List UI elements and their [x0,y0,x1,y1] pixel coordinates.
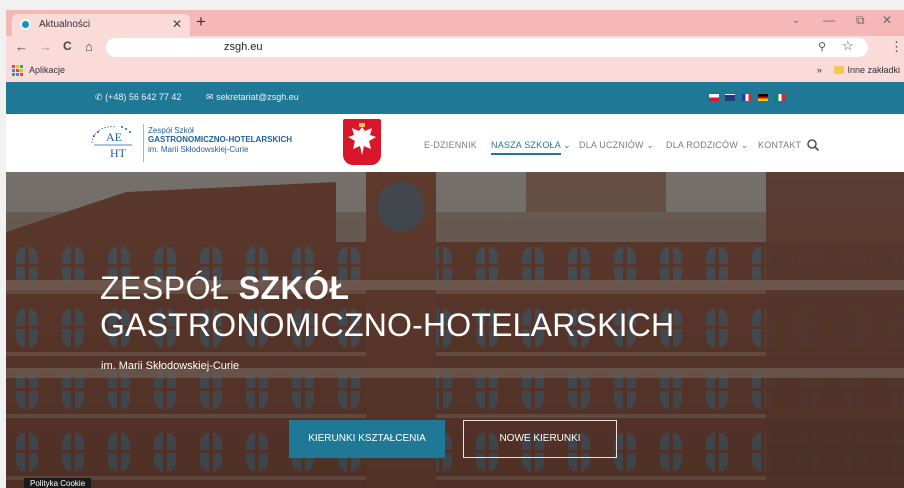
hero-title-regular: ZESPÓŁ [100,270,239,306]
zoom-icon[interactable]: ⚲ [818,40,826,53]
logo-line3: im. Marii Skłodowskiej-Curie [148,145,249,154]
maximize-button[interactable]: ⧉ [856,13,865,28]
phone-number: (+48) 56 642 77 42 [105,92,182,102]
phone-icon: ✆ [95,92,103,102]
logo-mark-top: AE [106,130,122,144]
home-button[interactable]: ⌂ [85,39,93,54]
envelope-icon: ✉ [206,92,214,102]
nav-dla-uczniow[interactable]: DLA UCZNIÓW ⌄ [579,140,654,151]
new-tab-button[interactable]: + [196,12,206,32]
apps-bookmark[interactable]: Aplikacje [29,65,65,75]
flag-gb-icon[interactable] [725,94,736,101]
logo-divider [143,124,144,162]
flag-pl-icon[interactable] [709,94,719,101]
hero-subtitle: im. Marii Skłodowskiej-Curie [101,360,240,372]
other-bookmarks[interactable]: » Inne zakładki [817,65,900,75]
eagle-emblem-icon [343,119,381,165]
language-flags [709,94,787,112]
email-contact[interactable]: ✉ sekretariat@zsgh.eu [206,92,299,103]
nav-dla-rodzicow[interactable]: DLA RODZICÓW ⌄ [666,140,748,151]
bookmark-star-icon[interactable]: ☆ [842,38,854,54]
flag-it-icon[interactable] [774,94,785,101]
hero-title-line2: GASTRONOMICZNO-HOTELARSKICH [100,307,675,343]
tab-aktualnosci[interactable]: Aktualności ✕ [12,14,190,36]
folder-icon [834,66,845,74]
tab-close-icon[interactable]: ✕ [172,17,182,31]
logo-mark-bottom: HT [110,146,127,160]
bookmarks-bar: Aplikacje » Inne zakładki [6,60,904,82]
back-button[interactable]: ← [15,39,28,54]
cookie-policy-link[interactable]: Polityka Cookie [24,478,92,488]
nav-e-dziennik[interactable]: E-DZIENNIK [424,140,477,150]
other-bookmarks-label: Inne zakładki [847,65,900,75]
logo-line1: Zespół Szkół [148,126,194,135]
favicon-icon [20,19,31,30]
contact-bar: ✆ (+48) 56 642 77 42 ✉ sekretariat@zsgh.… [6,82,904,114]
forward-button[interactable]: → [39,39,52,54]
email-address: sekretariat@zsgh.eu [216,92,299,102]
tab-search-icon[interactable]: ⌄ [792,15,800,26]
logo-line2: GASTRONOMICZNO-HOTELARSKICH [148,135,292,144]
hero-banner: ZESPÓŁ SZKÓŁ GASTRONOMICZNO-HOTELARSKICH… [6,172,904,488]
tab-strip: Aktualności ✕ + ⌄ — ⧉ ✕ [6,10,904,36]
apps-grid-icon[interactable] [12,65,23,76]
browser-window: Aktualności ✕ + ⌄ — ⧉ ✕ ← → C ⌂ zsgh.eu … [0,0,904,488]
reload-button[interactable]: C [63,39,72,53]
minimize-button[interactable]: — [823,13,835,27]
browser-toolbar: ← → C ⌂ zsgh.eu ⚲ ☆ ⋮ [6,36,904,60]
school-logo-icon[interactable]: AE HT [86,123,140,161]
flag-fr-icon[interactable] [741,94,752,101]
browser-menu-icon[interactable]: ⋮ [890,39,903,55]
hero-title-line1: ZESPÓŁ SZKÓŁ [100,270,350,307]
url-text[interactable]: zsgh.eu [224,41,263,53]
close-window-button[interactable]: ✕ [882,13,892,27]
nowe-kierunki-button[interactable]: NOWE KIERUNKI [463,420,617,458]
address-bar[interactable]: zsgh.eu ⚲ ☆ [106,38,868,57]
phone-contact[interactable]: ✆ (+48) 56 642 77 42 [95,92,181,103]
search-icon[interactable] [806,138,820,152]
site-header: AE HT Zespół Szkół GASTRONOMICZNO-HOTELA… [6,114,904,172]
nav-nasza-szkola[interactable]: NASZA SZKOŁA ⌄ [491,140,571,151]
webpage: ✆ (+48) 56 642 77 42 ✉ sekretariat@zsgh.… [6,82,904,488]
nav-kontakt[interactable]: KONTAKT [758,140,801,150]
bookmarks-overflow-icon[interactable]: » [817,65,822,75]
tab-title: Aktualności [39,19,91,30]
hero-title-bold: SZKÓŁ [238,270,350,306]
active-nav-underline [491,153,561,155]
kierunki-ksztalcenia-button[interactable]: KIERUNKI KSZTAŁCENIA [289,420,445,458]
flag-de-icon[interactable] [758,94,769,101]
